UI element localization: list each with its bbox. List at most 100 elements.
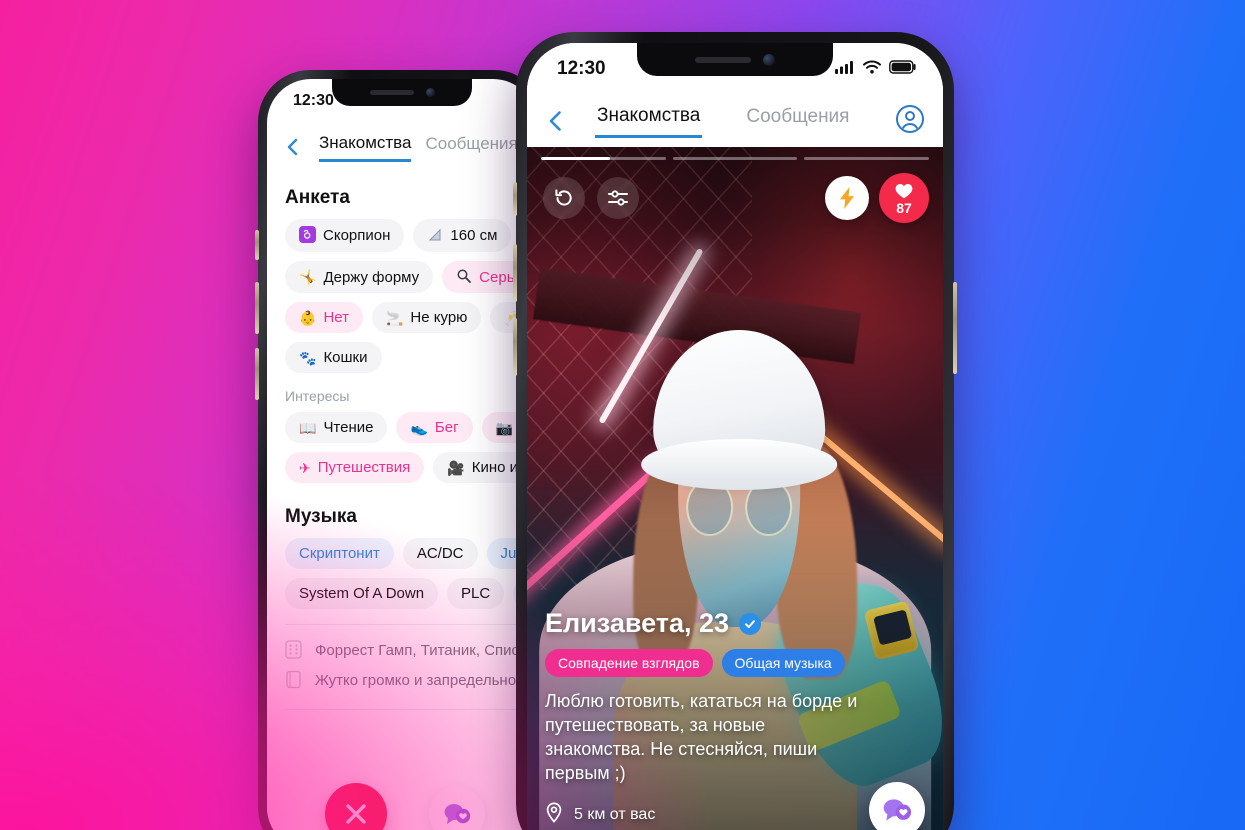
left-profile-body: Анкета Скорпион 160 см 🤸 Держу форму Сер… <box>267 169 537 830</box>
volume-up-button[interactable] <box>513 244 517 302</box>
heart-icon <box>895 183 913 198</box>
zodiac-icon <box>299 226 316 245</box>
movie-camera-icon: 🎥 <box>447 459 465 476</box>
chip-zodiac[interactable]: Скорпион <box>285 219 405 252</box>
likes-counter-button[interactable]: 87 <box>879 173 929 223</box>
chip-artist-1[interactable]: Скриптонит <box>285 538 394 569</box>
card-info: Елизавета, 23 Совпадение взглядов Общая … <box>545 608 927 828</box>
story-progress-bar <box>541 157 930 160</box>
filters-icon[interactable] <box>597 177 639 219</box>
chip-artist-4[interactable]: System Of A Down <box>285 578 439 609</box>
power-button[interactable] <box>953 282 957 374</box>
story-segment[interactable] <box>672 157 798 160</box>
chat-button[interactable] <box>869 782 925 830</box>
front-camera <box>763 53 775 66</box>
battery-icon <box>889 58 917 80</box>
chip-smoking-label: Не курю <box>410 309 468 326</box>
paw-prints-icon: 🐾 <box>299 349 317 366</box>
right-tab-bar: Знакомства Сообщения <box>527 95 943 147</box>
mute-switch <box>255 230 259 260</box>
chip-fitness-label: Держу форму <box>323 268 420 286</box>
tab-messages[interactable]: Сообщения <box>744 106 851 136</box>
likes-count: 87 <box>896 199 912 216</box>
lightning-bolt-icon[interactable] <box>825 176 869 220</box>
profile-avatar-icon[interactable] <box>895 104 925 139</box>
profile-chip-row-2: 🤸 Держу форму Серьёзные отношения <box>267 261 537 302</box>
profile-name-line: Елизавета, 23 <box>545 608 927 639</box>
dating-card[interactable]: 87 Елизавета, 23 Совпадение взглядов Общ… <box>527 147 943 830</box>
left-phone-screen: 12:30 Знакомства Сообщения Анкета Скорпи… <box>267 79 537 830</box>
profile-chip-row-4: 🐾 Кошки <box>267 342 537 382</box>
verified-check-icon <box>739 612 762 635</box>
chip-travel[interactable]: ✈ Путешествия <box>285 452 425 483</box>
chip-fitness[interactable]: 🤸 Держу форму <box>285 261 434 293</box>
music-section-title: Музыка <box>285 506 357 527</box>
chip-smoking[interactable]: 🚬 Не курю <box>371 302 482 333</box>
left-tab-bar: Знакомства Сообщения <box>267 123 537 169</box>
chevron-left-icon[interactable] <box>543 108 573 134</box>
tab-messages[interactable]: Сообщения <box>425 134 517 160</box>
chip-running-label: Бег <box>434 419 459 436</box>
chip-zodiac-label: Скорпион <box>323 227 391 244</box>
left-action-bar <box>267 783 537 830</box>
screenshot-stage: 12:30 Знакомства Сообщения Анкета Скорпи… <box>0 0 1245 830</box>
dislike-button[interactable] <box>325 783 387 830</box>
earpiece-speaker <box>369 90 414 95</box>
chevron-left-icon[interactable] <box>281 135 305 159</box>
chip-height-label: 160 см <box>450 227 498 244</box>
chip-travel-label: Путешествия <box>317 459 411 476</box>
profile-section-title: Анкета <box>285 187 350 208</box>
badge-views-match[interactable]: Совпадение взглядов <box>545 649 713 678</box>
chip-reading[interactable]: 📖 Чтение <box>285 412 388 443</box>
story-segment[interactable] <box>541 157 666 160</box>
section-divider <box>285 624 519 625</box>
chip-height[interactable]: 160 см <box>413 219 512 252</box>
favorite-books-row: Жутко громко и запредельно близко <box>267 665 537 695</box>
camera-icon: 📷 <box>495 419 514 436</box>
baby-icon: 👶 <box>299 309 317 326</box>
chip-reading-label: Чтение <box>323 419 374 436</box>
favorite-films-text: Форрест Гамп, Титаник, Список Шиндлера <box>315 641 537 659</box>
book-icon <box>285 670 303 690</box>
cigarette-icon: 🚬 <box>385 309 404 326</box>
volume-up-button[interactable] <box>255 282 259 334</box>
wifi-icon <box>863 58 881 80</box>
airplane-icon: ✈ <box>299 459 311 476</box>
sneaker-icon: 👟 <box>410 419 428 436</box>
chat-button[interactable] <box>429 786 485 830</box>
chip-pets[interactable]: 🐾 Кошки <box>285 342 382 373</box>
interests-title: Интересы <box>285 388 350 404</box>
chip-children[interactable]: 👶 Нет <box>285 302 363 333</box>
interest-row-2: ✈ Путешествия 🎥 Кино и сериалы <box>267 452 537 492</box>
interest-row-1: 📖 Чтение 👟 Бег 📷 Фото <box>267 412 537 452</box>
rewind-icon[interactable] <box>543 177 585 219</box>
chip-running[interactable]: 👟 Бег <box>396 412 473 443</box>
earpiece-speaker <box>695 56 751 63</box>
volume-down-button[interactable] <box>513 318 517 376</box>
status-indicators <box>835 58 917 80</box>
chip-artist-2[interactable]: AC/DC <box>402 538 478 569</box>
profile-badges: Совпадение взглядов Общая музыка <box>545 649 927 678</box>
location-pin-icon <box>545 802 563 828</box>
badge-music-match[interactable]: Общая музыка <box>721 649 845 678</box>
profile-distance: 5 км от вас <box>574 806 656 823</box>
story-segment[interactable] <box>804 157 930 160</box>
tab-dating[interactable]: Знакомства <box>319 133 412 162</box>
profile-chip-row-3: 👶 Нет 🚬 Не курю 🥂 Иногда <box>267 302 537 342</box>
profile-bio: Люблю готовить, кататься на борде и путе… <box>545 691 858 784</box>
volume-down-button[interactable] <box>255 348 259 400</box>
music-row-1: Скриптонит AC/DC Justin Bieber <box>267 538 537 578</box>
ruler-icon <box>427 227 443 245</box>
left-phone-mockup: 12:30 Знакомства Сообщения Анкета Скорпи… <box>255 70 546 830</box>
tab-dating[interactable]: Знакомства <box>595 105 703 138</box>
section-divider-2 <box>285 709 519 710</box>
film-icon <box>285 640 303 660</box>
right-phone-screen: 12:30 Знакомства Сообщения 87 Елизавета,… <box>527 43 943 830</box>
notch <box>637 43 833 76</box>
favorite-films-row: Форрест Гамп, Титаник, Список Шиндлера <box>267 635 537 665</box>
chip-artist-5[interactable]: PLC <box>447 578 505 609</box>
favorite-books-text: Жутко громко и запредельно близко <box>315 671 537 689</box>
card-top-controls: 87 <box>543 173 929 223</box>
gymnast-icon: 🤸 <box>299 269 317 285</box>
front-camera <box>425 88 435 97</box>
